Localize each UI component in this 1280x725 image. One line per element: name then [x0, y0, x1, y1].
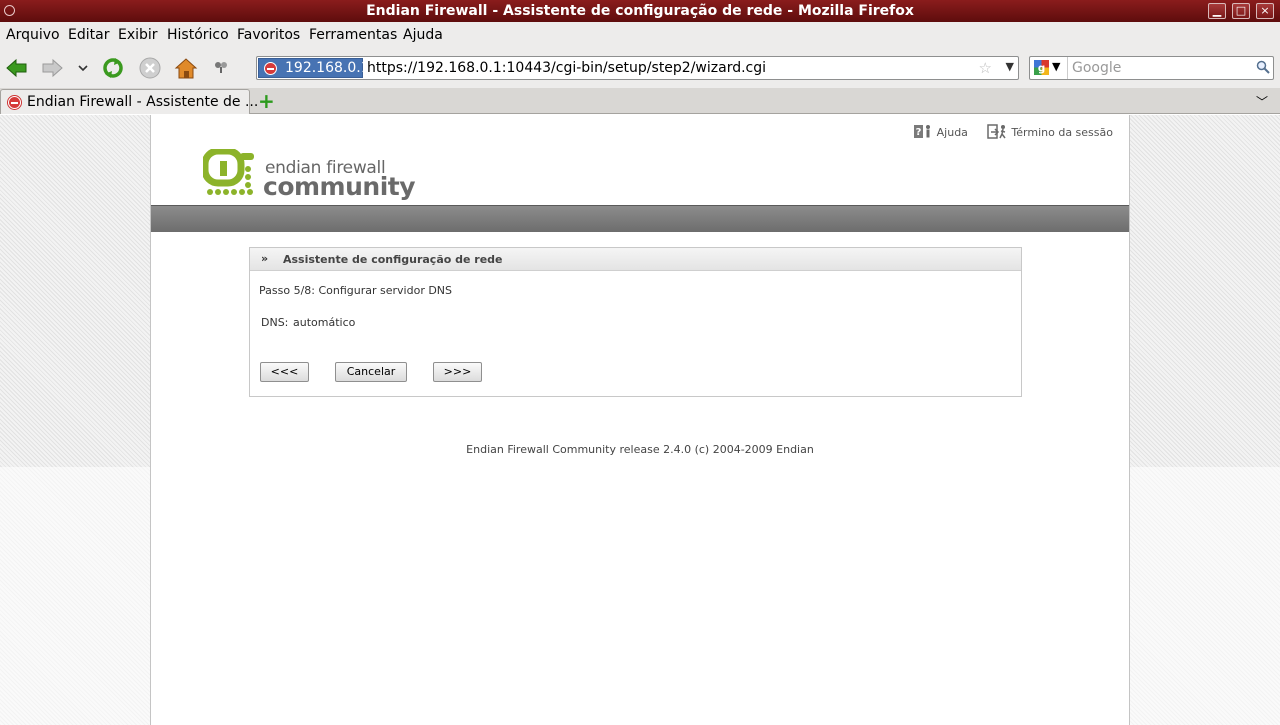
dns-value: automático — [293, 316, 356, 329]
menu-ajuda[interactable]: Ajuda — [403, 27, 443, 43]
search-input[interactable] — [1072, 57, 1252, 79]
tab-favicon-icon — [8, 96, 21, 109]
logout-label: Término da sessão — [1011, 126, 1113, 139]
background-pattern-right — [1129, 115, 1280, 725]
home-icon[interactable] — [174, 57, 198, 79]
logout-icon — [987, 124, 1007, 139]
site-identity-button[interactable]: 192.168.0.1 — [258, 58, 370, 78]
endian-logo-mark-icon — [203, 149, 254, 195]
site-favicon-icon — [264, 62, 277, 75]
header-links: ? Ajuda Término da sessão — [897, 124, 1113, 139]
wizard-step-text: Passo 5/8: Configurar servidor DNS — [259, 284, 453, 297]
navigation-bar — [151, 205, 1129, 232]
stop-icon[interactable] — [138, 57, 162, 79]
menu-historico[interactable]: Histórico — [167, 27, 229, 43]
url-text[interactable]: https://192.168.0.1:10443/cgi-bin/setup/… — [367, 60, 766, 76]
endian-logo[interactable]: endian firewall community — [203, 149, 416, 205]
search-icon[interactable] — [1256, 60, 1270, 74]
menu-editar[interactable]: Editar — [68, 27, 109, 43]
wizard-panel-header: » Assistente de configuração de rede — [250, 248, 1021, 271]
tab-bar: Endian Firewall - Assistente de ... + ﹀ — [0, 88, 1280, 114]
back-arrow-icon[interactable] — [5, 57, 29, 79]
url-dropdown-icon[interactable]: ▼ — [1006, 60, 1014, 73]
window-title: Endian Firewall - Assistente de configur… — [366, 3, 914, 19]
logout-link[interactable]: Término da sessão — [987, 124, 1113, 139]
menu-favoritos[interactable]: Favoritos — [237, 27, 300, 43]
close-button[interactable]: × — [1256, 3, 1274, 19]
bookmark-tool-icon[interactable] — [212, 57, 230, 79]
svg-text:?: ? — [915, 127, 921, 138]
search-engine-selector[interactable]: g ▼ — [1030, 57, 1068, 79]
menu-ferramentas[interactable]: Ferramentas — [309, 27, 397, 43]
help-icon: ? — [913, 125, 930, 138]
bookmark-star-icon[interactable]: ☆ — [979, 59, 992, 77]
search-bar: g ▼ — [1029, 56, 1274, 80]
tab-list-chevron-icon[interactable]: ﹀ — [1256, 93, 1268, 110]
site-identity-label: 192.168.0.1 — [285, 60, 370, 76]
minimize-button[interactable]: ▁ — [1208, 3, 1226, 19]
window-titlebar: Endian Firewall - Assistente de configur… — [0, 0, 1280, 22]
cancel-button[interactable]: Cancelar — [335, 362, 407, 382]
page-container: ? Ajuda Término da sessão endian firewal… — [150, 115, 1130, 725]
logo-text-community: community — [263, 172, 416, 201]
panel-header-marker-icon: » — [261, 252, 269, 265]
panel-title: Assistente de configuração de rede — [283, 253, 503, 266]
google-icon: g — [1034, 60, 1049, 75]
footer-copyright: Endian Firewall Community release 2.4.0 … — [466, 443, 814, 456]
tab-endian-firewall[interactable]: Endian Firewall - Assistente de ... — [0, 89, 258, 114]
page-viewport: ? Ajuda Término da sessão endian firewal… — [0, 115, 1280, 725]
forward-arrow-icon[interactable] — [40, 57, 64, 79]
dns-label: DNS: — [261, 316, 289, 329]
menu-bar: Arquivo Editar Exibir Histórico Favorito… — [0, 22, 1280, 48]
background-pattern-left — [0, 115, 151, 725]
wizard-panel: » Assistente de configuração de rede Pas… — [249, 247, 1022, 397]
next-button[interactable]: >>> — [433, 362, 482, 382]
help-link[interactable]: ? Ajuda — [913, 125, 968, 139]
navigation-toolbar: 192.168.0.1 https://192.168.0.1:10443/cg… — [0, 48, 1280, 88]
new-tab-plus-icon[interactable]: + — [258, 91, 275, 111]
tab-label: Endian Firewall - Assistente de ... — [27, 94, 259, 110]
menu-arquivo[interactable]: Arquivo — [6, 27, 60, 43]
help-label: Ajuda — [936, 126, 968, 139]
history-dropdown-icon[interactable] — [76, 57, 90, 79]
reload-icon[interactable] — [101, 57, 125, 79]
maximize-button[interactable]: □ — [1232, 3, 1250, 19]
address-bar[interactable]: 192.168.0.1 https://192.168.0.1:10443/cg… — [256, 56, 1019, 80]
menu-exibir[interactable]: Exibir — [118, 27, 158, 43]
search-engine-dropdown-icon: ▼ — [1052, 60, 1061, 73]
svg-text:g: g — [1038, 63, 1045, 75]
back-button[interactable]: <<< — [260, 362, 309, 382]
